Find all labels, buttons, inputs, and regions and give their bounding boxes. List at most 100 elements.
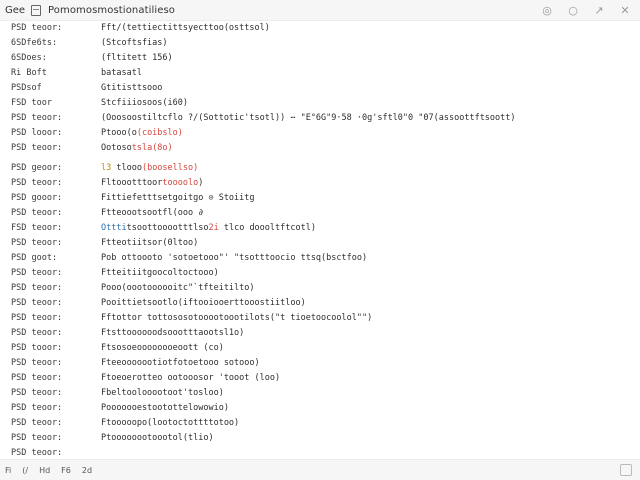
- log-text-segment: (Stcoftsfias): [101, 38, 168, 48]
- log-text-segment: Ftooooopo(lootoctottttotoo): [101, 418, 240, 428]
- log-text-segment: Pooittietsootlo(iftooiooerttooostiitloo): [101, 298, 306, 308]
- log-text-segment: tlooo: [116, 163, 142, 173]
- log-row: PSD teoor: (Ooosoostiltcflo ?/(Sottotic't…: [0, 111, 640, 126]
- log-row-label: PSD teoor:: [11, 418, 63, 428]
- log-row: PSD teoor: Ftsttoooooodsoootttaootsl1o): [0, 326, 640, 341]
- log-row-command: batasatl: [101, 66, 142, 81]
- log-text-segment: batasatl: [101, 68, 142, 78]
- log-row-command: (fltitett 156): [101, 51, 173, 66]
- log-text-segment: Ftteotiitsor(0ltoo): [101, 238, 199, 248]
- log-row-label: PSD teoor:: [11, 403, 63, 413]
- expand-icon[interactable]: ↗: [586, 0, 612, 20]
- log-row-label: PSD teoor:: [11, 268, 63, 278]
- status-item[interactable]: F6: [61, 466, 71, 475]
- log-row-label: PSD teoor:: [11, 433, 63, 443]
- log-row-label: FSD teoor:: [11, 223, 63, 233]
- log-row: PSD teoor: Ootosotsla(8o): [0, 141, 640, 156]
- log-row-label: FSD toor: [11, 98, 52, 108]
- log-text-segment: Fltoootttoor: [101, 178, 163, 188]
- log-row-command: Ftoeoerotteo ootooosor 'tooot (loo): [101, 371, 280, 386]
- log-row: FSD teoor: Otttitsoottooootttlso2i tlco d…: [0, 221, 640, 236]
- log-text-segment: Fittiefetttsetgoitgo ⊙ Stoiitg: [101, 193, 255, 203]
- log-row-label: PSD teoor:: [11, 113, 63, 123]
- log-text-segment: Ftteitiitgoocoltoctooo): [101, 268, 219, 278]
- log-text-segment: (fltitett 156): [101, 53, 173, 63]
- log-text-segment: Ftsosoeoooooooeoott (co): [101, 343, 224, 353]
- log-row: 6SDoes: (fltitett 156): [0, 51, 640, 66]
- status-item[interactable]: Fi: [5, 466, 11, 475]
- log-row-label: PSD geoor:: [11, 163, 63, 173]
- log-text-segment: (boosellso): [141, 163, 199, 173]
- log-row-command: Gtitisttsooo: [101, 81, 162, 96]
- log-row-command: Ftteotiitsor(0ltoo): [101, 236, 198, 251]
- search-icon[interactable]: ○: [560, 0, 586, 20]
- log-text-segment: l3: [101, 163, 117, 173]
- log-row: PSD looor: Ptooo(o(coibslo): [0, 126, 640, 141]
- log-row: Ri Boft batasatl: [0, 66, 640, 81]
- log-row: FSD toor Stcfiiiosoos(i60): [0, 96, 640, 111]
- log-text-segment: Ptooo(o: [101, 128, 137, 138]
- log-row: PSD teoor: Ftteotiitsor(0ltoo): [0, 236, 640, 251]
- log-row-label: PSD teoor:: [11, 208, 63, 218]
- log-row: PSD tooor: Ftsosoeoooooooeoott (co): [0, 341, 640, 356]
- sync-icon[interactable]: ◎: [534, 0, 560, 20]
- log-row-command: Fltoootttoortoooolo): [101, 176, 203, 191]
- log-row: PSD teoor: Ftooooopo(lootoctottttotoo): [0, 416, 640, 431]
- log-row-command: Ftsosoeoooooooeoott (co): [101, 341, 224, 356]
- log-text-segment: Ootoso: [101, 143, 132, 153]
- log-row-label: PSD teoor:: [11, 283, 63, 293]
- log-row-command: l3 tlooo(boosellso): [101, 161, 198, 176]
- log-text-segment: Pooo(oootoooooitc"`tfteitilto): [101, 283, 255, 293]
- log-row-label: PSD looor:: [11, 128, 63, 138]
- log-row: PSD geoor: l3 tlooo(boosellso): [0, 161, 640, 176]
- log-text-segment: Pooooooestootottelowowio): [101, 403, 229, 413]
- log-text-segment: Ftteoootsootfl(ooo ∂: [101, 208, 204, 218]
- log-row-label: PSD teoor:: [11, 448, 63, 458]
- document-icon: [31, 4, 41, 16]
- log-text-segment: Fftottor tottososotooootoootilots("t tio…: [101, 313, 373, 323]
- log-row-command: Pooittietsootlo(iftooiooerttooostiitloo): [101, 296, 306, 311]
- log-row-command: Ptoooooootoootol(tlio): [101, 431, 214, 446]
- log-text-segment: tsla(8o): [131, 143, 173, 153]
- menu-button[interactable]: Gee: [5, 5, 27, 16]
- log-row-command: Fbeltoolooootoot'tosloo): [101, 386, 224, 401]
- status-bar: Fi (/ Hd F6 2d: [0, 459, 640, 480]
- log-row-command: Fittiefetttsetgoitgo ⊙ Stoiitg: [101, 191, 255, 206]
- output-log[interactable]: PSD teoor: Fft/(tettiectittsyecttoo(ostts…: [0, 21, 640, 458]
- log-text-segment: (Ooosoostiltcflo ?/(Sottotic'tsotl)) ⋯ "…: [101, 113, 516, 123]
- log-row: PSD goot: Pob ottoooto 'sotoetooo"' "tsot…: [0, 251, 640, 266]
- log-text-segment: Ftoeoerotteo ootooosor 'tooot (loo): [101, 373, 281, 383]
- log-row: PSD teoor: Fftottor tottososotooootoootil…: [0, 311, 640, 326]
- status-item[interactable]: (/: [22, 466, 28, 475]
- log-row-label: PSD teoor:: [11, 328, 63, 338]
- log-row: PSD teoor: Pooittietsootlo(iftooiooerttoo…: [0, 296, 640, 311]
- resize-grip-icon[interactable]: [620, 464, 632, 476]
- status-item[interactable]: 2d: [82, 466, 92, 475]
- log-row-label: PSD teoor:: [11, 298, 63, 308]
- log-row: PSD teoor: Ftoeoerotteo ootooosor 'tooot …: [0, 371, 640, 386]
- status-item[interactable]: Hd: [39, 466, 50, 475]
- log-row-label: PSD gooor:: [11, 193, 63, 203]
- log-row-command: Pooo(oootoooooitc"`tfteitilto): [101, 281, 255, 296]
- log-text-segment: Fbeltoolooootoot'tosloo): [101, 388, 224, 398]
- app-window: Gee Pomomosmostionatilieso ◎ ○ ↗ ✕ PSD t…: [0, 0, 640, 480]
- log-row-label: Ri Boft: [11, 68, 47, 78]
- log-row: PSD teoor: Pooo(oootoooooitc"`tfteitilto): [0, 281, 640, 296]
- log-text-segment: Ftsttoooooodsoootttaootsl1o): [101, 328, 245, 338]
- log-row-label: PSD teoor:: [11, 373, 63, 383]
- log-row-label: PSD teoor:: [11, 23, 63, 33]
- log-row-command: Ftsttoooooodsoootttaootsl1o): [101, 326, 244, 341]
- log-row: PSD teoor: Pooooooestootottelowowio): [0, 401, 640, 416]
- log-row-command: Ftteoootsootfl(ooo ∂: [101, 206, 203, 221]
- log-row-command: (Ooosoostiltcflo ?/(Sottotic'tsotl)) ⋯ "…: [101, 111, 516, 126]
- log-text-segment: Ptoooooootoootol(tlio): [101, 433, 214, 443]
- log-row-label: PSDsof: [11, 83, 42, 93]
- log-row-command: Pob ottoooto 'sotoetooo"' "tsotttoocio t…: [101, 251, 367, 266]
- log-row-command: Ftteitiitgoocoltoctooo): [101, 266, 219, 281]
- close-icon[interactable]: ✕: [612, 0, 638, 20]
- log-row-command: Ftooooopo(lootoctottttotoo): [101, 416, 239, 431]
- log-row-label: PSD teoor:: [11, 143, 63, 153]
- log-row-label: 6SDfe6ts:: [11, 38, 58, 48]
- log-row: PSD gooor: Fittiefetttsetgoitgo ⊙ Stoiitg: [0, 191, 640, 206]
- log-row-command: (Stcoftsfias): [101, 36, 168, 51]
